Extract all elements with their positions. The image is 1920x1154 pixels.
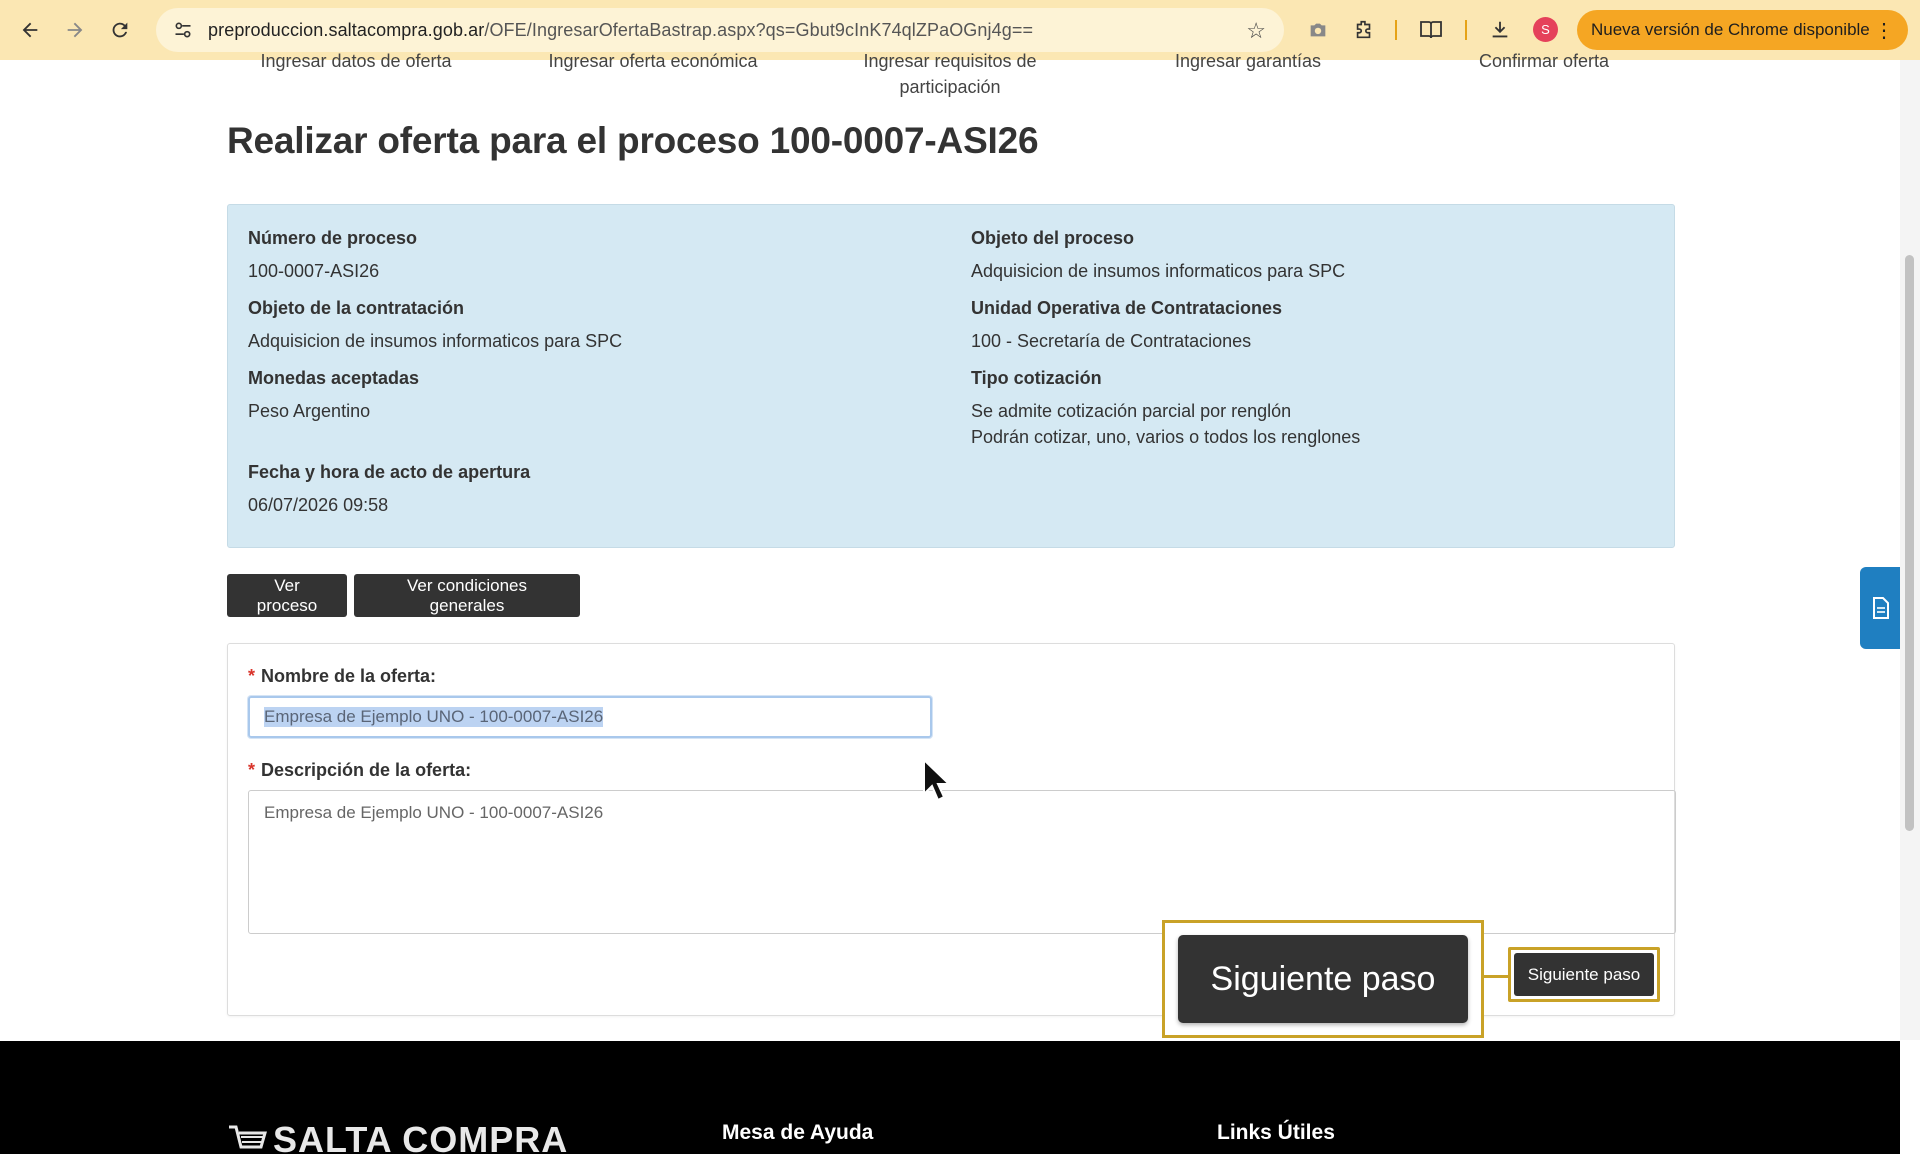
extensions-icon[interactable] — [1348, 14, 1380, 46]
fecha-apertura-value: 06/07/2026 09:58 — [248, 495, 389, 515]
monedas-field: Monedas aceptadas Peso Argentino — [248, 367, 419, 424]
monedas-label: Monedas aceptadas — [248, 368, 420, 388]
nombre-oferta-value: Empresa de Ejemplo UNO - 100-0007-ASI26 — [264, 707, 604, 727]
unidad-operativa-value: 100 - Secretaría de Contrataciones — [971, 331, 1252, 351]
siguiente-paso-zoom-label: Siguiente paso — [1178, 935, 1468, 1023]
step-garantias[interactable]: Ingresar garantías — [1118, 48, 1378, 74]
numero-proceso-value: 100-0007-ASI26 — [248, 261, 380, 281]
scrollbar-thumb[interactable] — [1905, 255, 1914, 831]
nombre-oferta-label: * Nombre de la oferta: — [248, 666, 437, 686]
objeto-contratacion-field: Objeto de la contratación Adquisicion de… — [248, 297, 622, 354]
step-oferta-economica[interactable]: Ingresar oferta económica — [523, 48, 783, 74]
url-text[interactable]: preproduccion.saltacompra.gob.ar/OFE/Ing… — [208, 20, 1033, 41]
reload-icon[interactable] — [100, 10, 140, 50]
objeto-contratacion-value: Adquisicion de insumos informaticos para… — [248, 331, 623, 351]
footer-mesa-ayuda: Mesa de Ayuda — [722, 1121, 874, 1144]
url-host: preproduccion.saltacompra.gob.ar — [208, 19, 485, 40]
footer-logo-text: SALTA COMPRA — [273, 1119, 569, 1154]
ver-proceso-button[interactable]: Ver proceso — [227, 574, 347, 617]
fecha-apertura-label: Fecha y hora de acto de apertura — [248, 462, 531, 482]
footer-links-utiles: Links Útiles — [1217, 1121, 1335, 1144]
tipo-cotizacion-label: Tipo cotización — [971, 368, 1102, 388]
shopping-cart-icon — [229, 1125, 267, 1149]
mouse-cursor-icon — [922, 757, 952, 807]
document-side-tab[interactable] — [1860, 567, 1902, 649]
siguiente-paso-zoom-callout: Siguiente paso — [1162, 920, 1484, 1038]
tipo-cotizacion-field: Tipo cotización Se admite cotización par… — [971, 367, 1360, 450]
tipo-cotizacion-value-1: Se admite cotización parcial por renglón — [971, 401, 1292, 421]
required-mark: * — [248, 666, 256, 686]
step-requisitos[interactable]: Ingresar requisitos de participación — [820, 48, 1080, 100]
toolbar-separator — [1395, 20, 1397, 40]
step-confirmar[interactable]: Confirmar oferta — [1414, 48, 1674, 74]
siguiente-paso-button[interactable]: Siguiente paso — [1514, 953, 1654, 996]
url-path: /OFE/IngresarOfertaBastrap.aspx?qs=Gbut9… — [484, 19, 1034, 40]
ver-condiciones-button[interactable]: Ver condiciones generales — [354, 574, 580, 617]
siguiente-paso-highlight: Siguiente paso — [1508, 947, 1660, 1002]
numero-proceso-field: Número de proceso 100-0007-ASI26 — [248, 227, 417, 284]
unidad-operativa-field: Unidad Operativa de Contrataciones 100 -… — [971, 297, 1282, 354]
reading-mode-icon[interactable] — [1415, 14, 1447, 46]
objeto-proceso-value: Adquisicion de insumos informaticos para… — [971, 261, 1346, 281]
required-mark: * — [248, 760, 256, 780]
chrome-update-label: Nueva versión de Chrome disponible — [1591, 20, 1870, 39]
back-icon[interactable] — [10, 10, 50, 50]
monedas-value: Peso Argentino — [248, 401, 371, 421]
fecha-apertura-field: Fecha y hora de acto de apertura 06/07/2… — [248, 461, 530, 518]
camera-icon[interactable] — [1302, 14, 1334, 46]
forward-icon[interactable] — [55, 10, 95, 50]
profile-avatar[interactable]: S — [1533, 17, 1558, 42]
objeto-proceso-field: Objeto del proceso Adquisicion de insumo… — [971, 227, 1345, 284]
download-icon[interactable] — [1484, 14, 1516, 46]
step-ingresar-datos[interactable]: Ingresar datos de oferta — [226, 48, 486, 74]
nombre-oferta-input[interactable]: Empresa de Ejemplo UNO - 100-0007-ASI26 — [248, 696, 932, 738]
footer-logo: SALTA COMPRA — [227, 1119, 568, 1154]
page-title: Realizar oferta para el proceso 100-0007… — [227, 120, 1039, 161]
site-settings-icon[interactable] — [170, 17, 196, 43]
tipo-cotizacion-value-2: Podrán cotizar, uno, varios o todos los … — [971, 427, 1361, 447]
document-icon — [1873, 597, 1889, 619]
descripcion-oferta-textarea[interactable]: Empresa de Ejemplo UNO - 100-0007-ASI26 — [248, 790, 1676, 934]
descripcion-oferta-label: * Descripción de la oferta: — [248, 760, 472, 780]
chrome-update-button[interactable]: Nueva versión de Chrome disponible ⋮ — [1577, 10, 1908, 50]
objeto-contratacion-label: Objeto de la contratación — [248, 298, 465, 318]
numero-proceso-label: Número de proceso — [248, 228, 418, 248]
more-menu-icon[interactable]: ⋮ — [1874, 18, 1894, 43]
callout-connector — [1484, 975, 1508, 978]
toolbar-separator — [1465, 20, 1467, 40]
unidad-operativa-label: Unidad Operativa de Contrataciones — [971, 298, 1283, 318]
process-info-panel: Número de proceso 100-0007-ASI26 Objeto … — [227, 204, 1675, 548]
offer-stepper: Ingresar datos de oferta Ingresar oferta… — [0, 48, 1900, 98]
address-bar[interactable]: preproduccion.saltacompra.gob.ar/OFE/Ing… — [156, 8, 1284, 52]
bookmark-star-icon[interactable]: ☆ — [1246, 18, 1266, 44]
objeto-proceso-label: Objeto del proceso — [971, 228, 1135, 248]
